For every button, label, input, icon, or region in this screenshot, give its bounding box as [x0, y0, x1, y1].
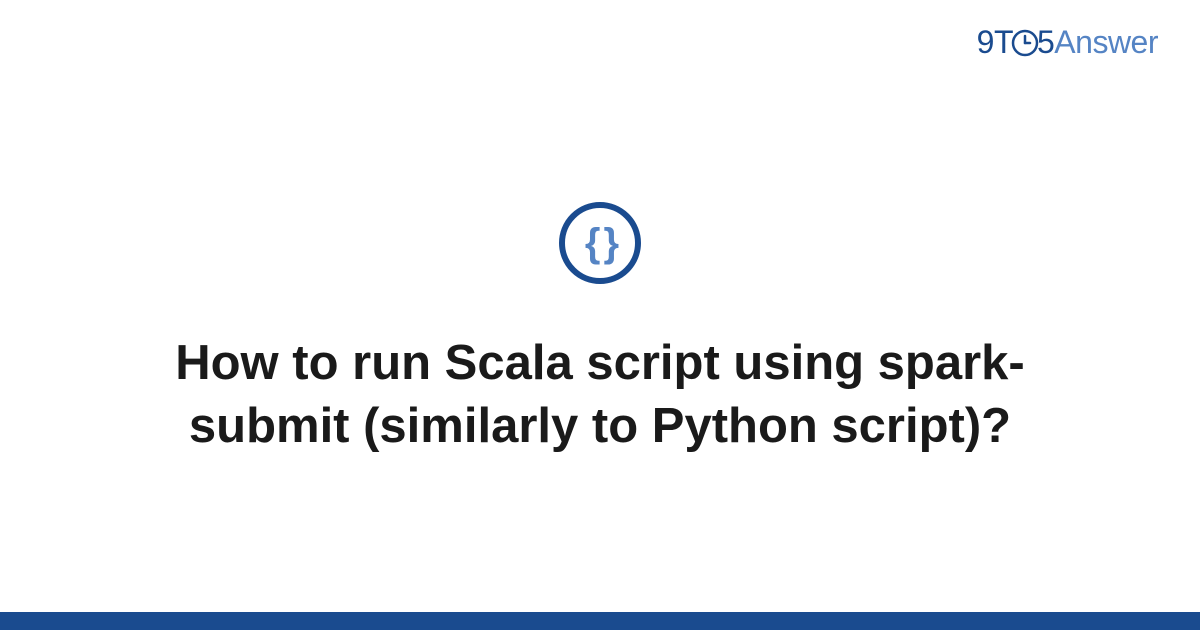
logo-answer-text: Answer [1054, 24, 1158, 60]
footer-accent-bar [0, 612, 1200, 630]
category-icon-container: { } [559, 202, 641, 284]
clock-icon [1011, 29, 1039, 57]
site-logo: 9T 5Answer [977, 24, 1158, 61]
logo-9t-text: 9T [977, 24, 1013, 60]
logo-5-text: 5 [1037, 24, 1054, 60]
main-content: { } How to run Scala script using spark-… [0, 0, 1200, 630]
question-title: How to run Scala script using spark-subm… [120, 332, 1080, 457]
code-braces-icon: { } [585, 221, 615, 266]
